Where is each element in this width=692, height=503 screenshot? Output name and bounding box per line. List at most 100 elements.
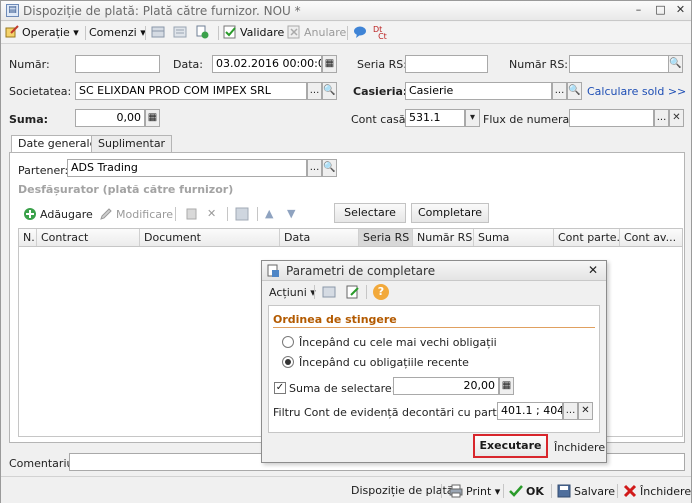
- separator: [218, 26, 219, 40]
- maximize-button[interactable]: □: [653, 4, 668, 17]
- search-icon[interactable]: 🔍: [668, 55, 683, 73]
- chat-icon[interactable]: [353, 25, 370, 41]
- column-header[interactable]: Data: [280, 229, 359, 246]
- societatea-field[interactable]: SC ELIXDAN PROD COM IMPEX SRL: [75, 82, 307, 100]
- seria-rs-field[interactable]: [405, 55, 488, 73]
- export-icon[interactable]: [346, 285, 360, 302]
- arrow-down-icon[interactable]: ▼: [287, 207, 295, 220]
- cont-casa-field[interactable]: 531.1: [405, 109, 465, 127]
- executare-button[interactable]: Executare: [473, 434, 548, 458]
- separator: [503, 484, 504, 498]
- partener-field[interactable]: ADS Trading: [67, 159, 307, 177]
- dispozitie-button[interactable]: Dispoziție de plată: [351, 484, 454, 497]
- data-field[interactable]: 03.02.2016 00:00:00: [212, 55, 322, 73]
- option-old-radio[interactable]: [282, 336, 294, 348]
- modificare-button[interactable]: Modificare: [99, 207, 173, 221]
- bottom-bar: Dispoziție de plată Print ▾ OK Salvare Î…: [1, 476, 691, 503]
- calculare-sold-link[interactable]: Calculare sold >>: [587, 85, 686, 98]
- filtru-field[interactable]: 401.1 ; 404: [497, 402, 563, 420]
- chevron-down-icon[interactable]: ▾: [465, 109, 480, 127]
- column-header[interactable]: Contract: [37, 229, 140, 246]
- help-icon[interactable]: ?: [373, 284, 389, 300]
- list-tool-icon[interactable]: [173, 25, 190, 41]
- column-header[interactable]: Număr RS: [413, 229, 474, 246]
- column-header[interactable]: Cont parte...: [554, 229, 620, 246]
- seria-rs-label: Seria RS:: [357, 58, 407, 71]
- tab-suplimentar[interactable]: Suplimentar: [91, 135, 173, 153]
- tab-date-generale[interactable]: Date generale: [11, 135, 104, 153]
- numar-rs-field[interactable]: [569, 55, 669, 73]
- cont-casa-label: Cont casă:: [351, 113, 410, 126]
- selectare-button[interactable]: Selectare: [334, 203, 406, 223]
- search-icon[interactable]: 🔍: [322, 82, 337, 100]
- inchidere-button[interactable]: Închidere: [623, 484, 691, 498]
- flux-field[interactable]: [569, 109, 654, 127]
- copy-row-icon[interactable]: [185, 207, 202, 221]
- main-window: ▤ Dispoziție de plată: Plată către furni…: [0, 0, 692, 503]
- column-header[interactable]: Cont av...: [620, 229, 682, 246]
- grid-tool-icon[interactable]: [151, 25, 168, 41]
- window-title: Dispoziție de plată: Plată către furnizo…: [23, 4, 301, 18]
- actiuni-menu[interactable]: Acțiuni ▾: [269, 286, 316, 299]
- societatea-label: Societatea:: [9, 85, 72, 98]
- separator: [314, 285, 315, 299]
- column-header-sorted[interactable]: Seria RS: [359, 229, 413, 246]
- minimize-button[interactable]: –: [631, 4, 646, 17]
- separator: [227, 207, 228, 221]
- anulare-button[interactable]: Anulare: [287, 25, 346, 41]
- browse-button[interactable]: ...: [552, 82, 567, 100]
- suma-field[interactable]: 0,00: [75, 109, 145, 127]
- column-header[interactable]: Suma: [474, 229, 554, 246]
- browse-button[interactable]: ...: [563, 402, 578, 420]
- separator: [441, 484, 442, 498]
- salvare-button[interactable]: Salvare: [557, 484, 615, 498]
- partener-label: Partener:: [18, 164, 69, 177]
- calculator-icon[interactable]: ▦: [145, 109, 160, 127]
- validare-button[interactable]: Validare: [223, 25, 284, 41]
- dialog-inchidere-button[interactable]: Închidere: [554, 441, 605, 454]
- debit-credit-icon[interactable]: Dt Ct: [373, 26, 387, 42]
- operatie-menu[interactable]: Operație ▾: [5, 25, 79, 41]
- browse-button[interactable]: ...: [307, 159, 322, 177]
- dialog-close-icon[interactable]: ✕: [588, 263, 598, 277]
- section-divider: [273, 327, 595, 328]
- search-icon[interactable]: 🔍: [567, 82, 582, 100]
- print-button[interactable]: Print ▾: [449, 484, 500, 498]
- suma-selectare-label: Suma de selectare:: [289, 382, 396, 395]
- grid-tool-icon[interactable]: [322, 285, 336, 302]
- option-recent-radio[interactable]: [282, 356, 294, 368]
- clear-icon[interactable]: ✕: [578, 402, 593, 420]
- settings-doc-icon: [267, 264, 279, 277]
- comenzi-menu[interactable]: Comenzi ▾: [89, 25, 146, 41]
- edit-icon: [100, 208, 112, 220]
- save-grid-icon[interactable]: [235, 207, 252, 221]
- ordinea-title: Ordinea de stingere: [273, 313, 397, 326]
- search-icon[interactable]: 🔍: [322, 159, 337, 177]
- arrow-up-icon[interactable]: ▲: [265, 207, 273, 220]
- column-header[interactable]: Document: [140, 229, 280, 246]
- cancel-doc-icon: [287, 25, 300, 39]
- clear-icon[interactable]: ✕: [669, 109, 684, 127]
- close-button[interactable]: ✕: [673, 4, 688, 17]
- ok-button[interactable]: OK: [509, 484, 544, 498]
- suma-selectare-field[interactable]: 20,00: [393, 377, 499, 395]
- calendar-icon[interactable]: ▦: [322, 55, 337, 73]
- numar-rs-label: Număr RS:: [509, 58, 569, 71]
- column-header[interactable]: N.: [19, 229, 37, 246]
- browse-button[interactable]: ...: [307, 82, 322, 100]
- completare-dialog: Parametri de completare ✕ Acțiuni ▾ ? Or…: [261, 260, 607, 463]
- numar-field[interactable]: [75, 55, 160, 73]
- title-bar: ▤ Dispoziție de plată: Plată către furni…: [1, 1, 691, 21]
- completare-button[interactable]: Completare: [411, 203, 489, 223]
- calculator-icon[interactable]: ▦: [499, 377, 514, 395]
- browse-button[interactable]: ...: [654, 109, 669, 127]
- printer-icon: [449, 484, 463, 498]
- delete-icon[interactable]: ✕: [207, 207, 216, 220]
- desfasurator-title: Desfășurator (plată către furnizor): [18, 183, 234, 196]
- adaugare-button[interactable]: Adăugare: [23, 207, 93, 221]
- suma-checkbox[interactable]: ✓: [274, 382, 286, 394]
- casieria-field[interactable]: Casierie: [405, 82, 552, 100]
- close-red-icon: [623, 484, 637, 498]
- filtru-label: Filtru Cont de evidență decontări cu par…: [273, 406, 526, 419]
- copy-document-icon[interactable]: [195, 25, 212, 41]
